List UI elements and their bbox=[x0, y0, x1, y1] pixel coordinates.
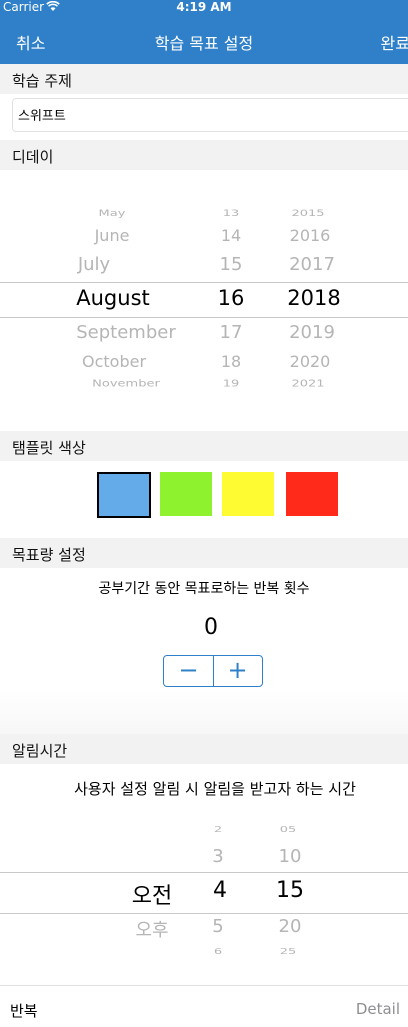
status-bar: Carrier 4:19 AM bbox=[0, 0, 408, 16]
repeat-row[interactable]: 반복 Detail bbox=[0, 985, 408, 1027]
color-swatch-green[interactable] bbox=[160, 472, 212, 516]
repeat-label: 반복 bbox=[10, 1002, 38, 1020]
done-button[interactable]: 완료 bbox=[381, 30, 408, 54]
status-time: 4:19 AM bbox=[176, 0, 232, 14]
day-selected[interactable]: 16 bbox=[206, 286, 256, 310]
color-swatch-blue[interactable] bbox=[97, 472, 151, 518]
section-title-dday: 디데이 bbox=[12, 148, 54, 166]
date-picker-row: June 14 2016 bbox=[0, 226, 408, 248]
month-option[interactable]: November bbox=[70, 378, 182, 389]
month-option[interactable]: September bbox=[70, 322, 182, 343]
day-option[interactable]: 19 bbox=[206, 378, 256, 389]
day-option[interactable]: 15 bbox=[206, 254, 256, 275]
subject-field-wrapper bbox=[12, 98, 408, 132]
ampm-option[interactable]: 오후 bbox=[126, 916, 178, 942]
minute-selected[interactable]: 15 bbox=[266, 878, 314, 903]
minute-option[interactable]: 25 bbox=[266, 947, 310, 956]
time-picker-row-selected: 오전 4 15 bbox=[0, 878, 408, 910]
year-option[interactable]: 2021 bbox=[276, 378, 340, 389]
month-option[interactable]: June bbox=[64, 226, 160, 245]
goal-count-value: 0 bbox=[204, 615, 218, 640]
date-picker-row: October 18 2020 bbox=[0, 352, 408, 374]
date-picker-row-selected: August 16 2018 bbox=[0, 286, 408, 314]
day-option[interactable]: 18 bbox=[206, 352, 256, 371]
time-picker-row: 6 25 bbox=[0, 947, 408, 957]
section-title-subject: 학습 주제 bbox=[12, 72, 72, 90]
subject-input[interactable] bbox=[13, 99, 398, 129]
hour-selected[interactable]: 4 bbox=[198, 878, 242, 903]
time-picker-row: 3 10 bbox=[0, 846, 408, 870]
hour-option[interactable]: 3 bbox=[196, 846, 240, 867]
goal-stepper[interactable]: − + bbox=[163, 655, 263, 687]
stepper-plus-button[interactable]: + bbox=[213, 656, 262, 686]
year-option[interactable]: 2017 bbox=[276, 254, 348, 275]
minute-option[interactable]: 10 bbox=[266, 846, 314, 867]
minute-option[interactable]: 05 bbox=[266, 825, 310, 834]
color-swatch-yellow[interactable] bbox=[222, 472, 274, 516]
section-header-goal: 목표량 설정 bbox=[0, 538, 408, 568]
section-header-dday: 디데이 bbox=[0, 140, 408, 170]
month-option[interactable]: May bbox=[64, 208, 160, 219]
section-header-alarm: 알림시간 bbox=[0, 734, 408, 764]
page-title: 학습 목표 설정 bbox=[154, 34, 254, 53]
month-selected[interactable]: August bbox=[70, 286, 156, 310]
hour-option[interactable]: 5 bbox=[196, 916, 240, 937]
date-picker[interactable]: May 13 2015 June 14 2016 July 15 2017 Au… bbox=[0, 200, 408, 396]
day-option[interactable]: 13 bbox=[206, 208, 256, 219]
navigation-bar: 취소 학습 목표 설정 완료 bbox=[0, 16, 408, 64]
year-option[interactable]: 2020 bbox=[276, 352, 344, 371]
stepper-minus-button[interactable]: − bbox=[164, 656, 214, 686]
month-option[interactable]: October bbox=[68, 352, 160, 371]
color-swatch-red[interactable] bbox=[286, 472, 338, 516]
alarm-description: 사용자 설정 알림 시 알림을 받고자 하는 시간 bbox=[74, 780, 356, 798]
hour-option[interactable]: 2 bbox=[196, 825, 240, 834]
section-title-template-color: 탬플릿 색상 bbox=[12, 439, 86, 457]
section-title-goal: 목표량 설정 bbox=[12, 546, 86, 564]
detail-label: Detail bbox=[355, 1000, 400, 1018]
goal-spacer bbox=[0, 690, 408, 734]
time-picker-row: 오후 5 20 bbox=[0, 916, 408, 942]
year-option[interactable]: 2016 bbox=[276, 226, 344, 245]
year-selected[interactable]: 2018 bbox=[276, 286, 352, 310]
section-header-subject: 학습 주제 bbox=[0, 64, 408, 94]
ampm-selected[interactable]: 오전 bbox=[122, 878, 182, 910]
month-option[interactable]: July bbox=[56, 254, 132, 275]
minute-option[interactable]: 20 bbox=[266, 916, 314, 937]
day-option[interactable]: 14 bbox=[206, 226, 256, 245]
time-picker-row: 2 05 bbox=[0, 825, 408, 835]
goal-description: 공부기간 동안 목표로하는 반복 횟수 bbox=[98, 581, 310, 597]
date-picker-row: September 17 2019 bbox=[0, 322, 408, 346]
date-picker-row: July 15 2017 bbox=[0, 254, 408, 278]
section-header-template-color: 탬플릿 색상 bbox=[0, 431, 408, 461]
section-title-alarm: 알림시간 bbox=[12, 742, 68, 760]
time-picker[interactable]: 2 05 3 10 오전 4 15 오후 5 20 6 25 bbox=[0, 820, 408, 964]
year-option[interactable]: 2019 bbox=[276, 322, 348, 343]
date-picker-row: November 19 2021 bbox=[0, 378, 408, 390]
year-option[interactable]: 2015 bbox=[276, 208, 340, 219]
day-option[interactable]: 17 bbox=[206, 322, 256, 343]
hour-option[interactable]: 6 bbox=[196, 947, 240, 956]
date-picker-row: May 13 2015 bbox=[0, 208, 408, 219]
